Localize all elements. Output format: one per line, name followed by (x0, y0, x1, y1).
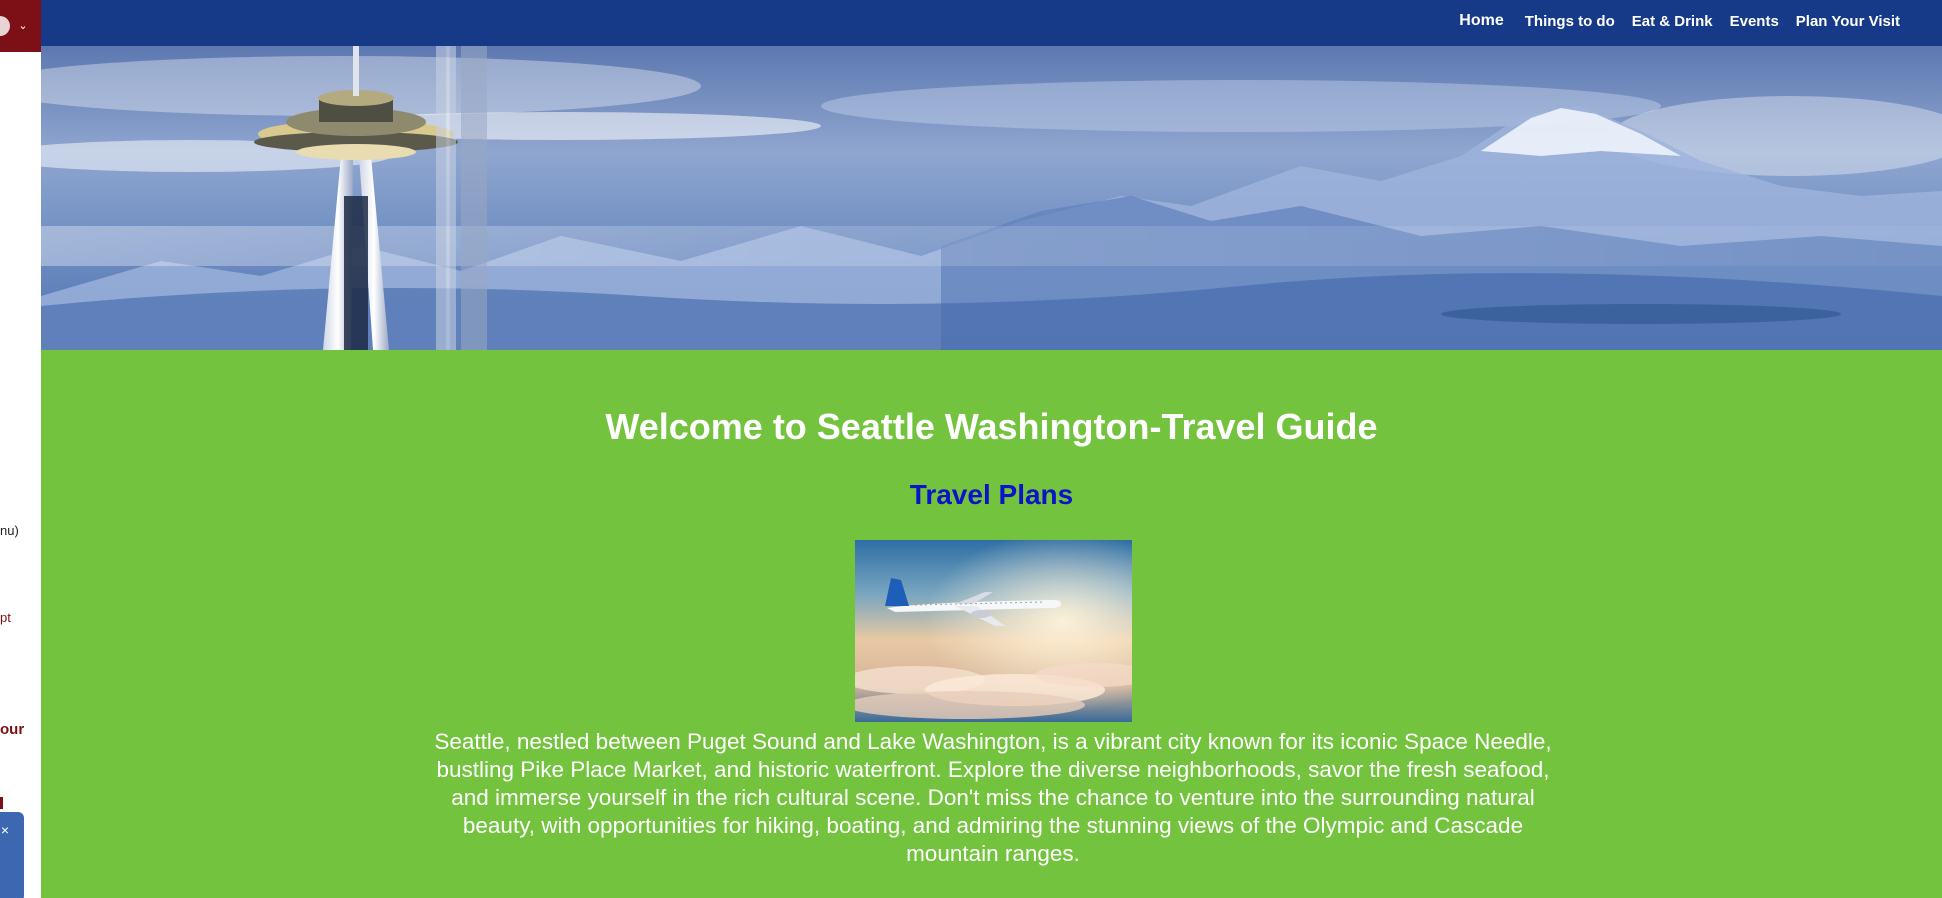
top-navigation-bar: Home Things to do Eat & Drink Events Pla… (41, 0, 1942, 46)
nav-plan-your-visit[interactable]: Plan Your Visit (1796, 13, 1900, 30)
side-panel-link[interactable]: pt (0, 610, 11, 625)
main-nav: Home Things to do Eat & Drink Events Pla… (1459, 0, 1900, 42)
avatar (0, 16, 10, 36)
page-title: Welcome to Seattle Washington-Travel Gui… (605, 406, 1378, 447)
nav-home[interactable]: Home (1459, 12, 1503, 30)
hero-banner-image (41, 46, 1942, 350)
side-panel-marker (0, 797, 3, 809)
side-panel-text: nu) (0, 523, 19, 538)
main-content: Welcome to Seattle Washington-Travel Gui… (41, 350, 1942, 898)
profile-menu-button[interactable]: ⌄ (0, 0, 41, 52)
intro-paragraph: Seattle, nestled between Puget Sound and… (434, 729, 1552, 866)
nav-eat-and-drink[interactable]: Eat & Drink (1632, 13, 1713, 30)
nav-things-to-do[interactable]: Things to do (1525, 13, 1615, 30)
nav-events[interactable]: Events (1730, 13, 1779, 30)
chevron-down-icon: ⌄ (18, 20, 28, 32)
side-panel: ⌄ nu) pt our × (0, 0, 41, 898)
side-panel-heading: our (0, 721, 25, 738)
close-icon[interactable]: × (0, 822, 12, 838)
airplane-photo (855, 540, 1132, 722)
section-heading: Travel Plans (909, 479, 1074, 510)
